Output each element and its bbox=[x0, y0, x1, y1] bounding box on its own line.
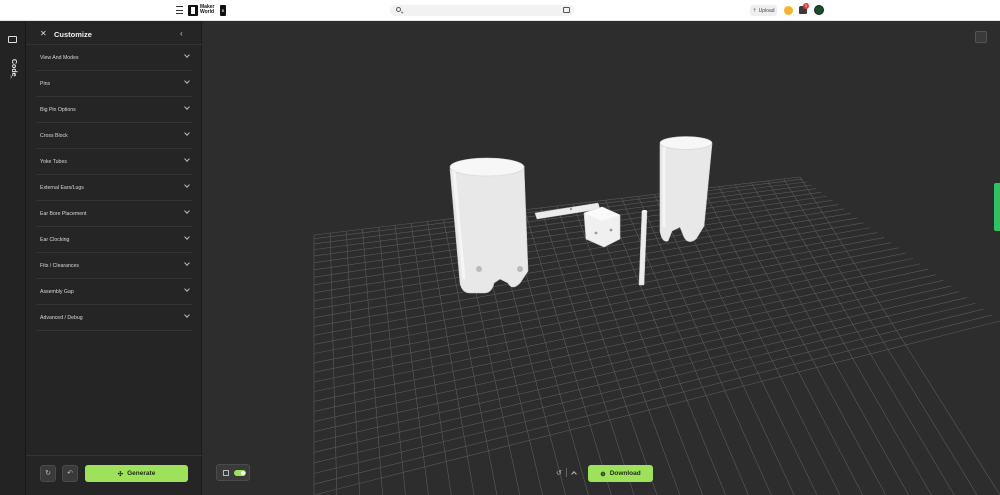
section-ear-clocking[interactable]: Ear Clocking bbox=[36, 227, 192, 253]
image-search-icon[interactable] bbox=[563, 7, 570, 13]
cross-block bbox=[583, 206, 621, 248]
section-big-pin-options[interactable]: Big Pin Options bbox=[36, 97, 192, 123]
download-label: Download bbox=[609, 470, 641, 477]
search-input[interactable] bbox=[405, 6, 555, 15]
grid-icon bbox=[223, 470, 229, 476]
chevron-right-icon[interactable]: › bbox=[10, 74, 12, 81]
logo-text: Maker World bbox=[200, 4, 215, 15]
logo-mark bbox=[188, 4, 198, 16]
chevron-down-icon bbox=[184, 312, 190, 318]
chevron-down-icon bbox=[184, 130, 190, 136]
chevron-down-icon bbox=[184, 286, 190, 292]
grid-floor bbox=[313, 176, 1000, 495]
section-label: Ear Clocking bbox=[40, 237, 70, 243]
customize-icon: ✕ bbox=[40, 29, 47, 38]
section-yoke-tubes[interactable]: Yoke Tubes bbox=[36, 149, 192, 175]
section-view-and-modes[interactable]: View And Modes bbox=[36, 45, 192, 71]
download-button[interactable]: ⊕ Download bbox=[588, 465, 653, 482]
search-bar[interactable] bbox=[390, 5, 574, 16]
generate-icon: ✣ bbox=[117, 470, 124, 478]
download-icon: ⊕ bbox=[600, 470, 606, 478]
toolbar-divider bbox=[566, 468, 567, 477]
yoke-tube-right bbox=[659, 136, 713, 242]
chevron-down-icon bbox=[184, 52, 190, 58]
section-pins[interactable]: Pins bbox=[36, 71, 192, 97]
section-label: Pins bbox=[40, 81, 51, 87]
section-label: Advanced / Debug bbox=[40, 315, 83, 321]
top-bar: Maker World B ⇡ Upload 1 bbox=[0, 0, 1000, 21]
section-assembly-gap[interactable]: Assembly Gap bbox=[36, 279, 192, 305]
code-icon[interactable] bbox=[8, 36, 17, 43]
refresh-button[interactable]: ↻ bbox=[40, 465, 56, 482]
upload-icon: ⇡ bbox=[752, 7, 757, 14]
search-icon bbox=[396, 7, 401, 12]
chevron-down-icon bbox=[184, 182, 190, 188]
chevron-down-icon bbox=[184, 208, 190, 214]
section-list: View And Modes Pins Big Pin Options Cros… bbox=[36, 45, 192, 331]
upload-button[interactable]: ⇡ Upload bbox=[750, 5, 777, 16]
generate-label: Generate bbox=[127, 470, 156, 477]
grid-toggle-control[interactable] bbox=[216, 464, 250, 481]
feedback-side-tab[interactable] bbox=[994, 183, 1000, 231]
hamburger-icon[interactable] bbox=[176, 6, 183, 14]
section-external-ears-lugs[interactable]: External Ears/Lugs bbox=[36, 175, 192, 201]
notification-badge: 1 bbox=[803, 3, 809, 9]
logo[interactable]: Maker World B bbox=[188, 4, 226, 16]
panel-title: Customize bbox=[54, 30, 92, 39]
section-ear-bore-placement[interactable]: Ear Bore Placement bbox=[36, 201, 192, 227]
avatar[interactable] bbox=[814, 5, 824, 15]
collapse-icon[interactable]: ‹ bbox=[180, 29, 183, 38]
logo-badge: B bbox=[220, 4, 226, 16]
section-label: Yoke Tubes bbox=[40, 159, 67, 165]
chevron-down-icon bbox=[184, 78, 190, 84]
chevron-down-icon bbox=[184, 234, 190, 240]
layers-icon[interactable] bbox=[975, 31, 987, 43]
section-cross-block[interactable]: Cross Block bbox=[36, 123, 192, 149]
section-label: View And Modes bbox=[40, 55, 79, 61]
section-label: Fits / Clearances bbox=[40, 263, 79, 269]
section-label: Big Pin Options bbox=[40, 107, 76, 113]
scene-canvas[interactable] bbox=[202, 21, 1000, 495]
section-fits-clearances[interactable]: Fits / Clearances bbox=[36, 253, 192, 279]
upload-label: Upload bbox=[758, 7, 775, 14]
section-advanced-debug[interactable]: Advanced / Debug bbox=[36, 305, 192, 331]
section-label: Cross Block bbox=[40, 133, 68, 139]
customize-panel: ✕ Customize ‹ View And Modes Pins Big Pi… bbox=[26, 21, 202, 495]
chevron-down-icon bbox=[184, 104, 190, 110]
left-rail: Code › bbox=[0, 21, 26, 495]
section-label: Assembly Gap bbox=[40, 289, 74, 295]
generate-button[interactable]: ✣ Generate bbox=[85, 465, 188, 482]
undo-button[interactable]: ↶ bbox=[62, 465, 78, 482]
section-label: External Ears/Lugs bbox=[40, 185, 84, 191]
undo-icon: ↶ bbox=[67, 470, 73, 477]
grid-toggle-switch[interactable] bbox=[234, 470, 246, 476]
section-label: Ear Bore Placement bbox=[40, 211, 87, 217]
3d-viewport[interactable]: ↺ ⊕ Download bbox=[202, 21, 1000, 495]
panel-footer: ↻ ↶ ✣ Generate bbox=[26, 455, 202, 495]
yoke-tube-left bbox=[449, 157, 529, 294]
refresh-icon: ↻ bbox=[45, 470, 51, 477]
panel-header: ✕ Customize ‹ bbox=[26, 21, 202, 45]
history-icon[interactable]: ↺ bbox=[556, 469, 562, 477]
chevron-down-icon bbox=[184, 260, 190, 266]
coin-icon[interactable] bbox=[784, 6, 793, 15]
chevron-down-icon bbox=[184, 156, 190, 162]
